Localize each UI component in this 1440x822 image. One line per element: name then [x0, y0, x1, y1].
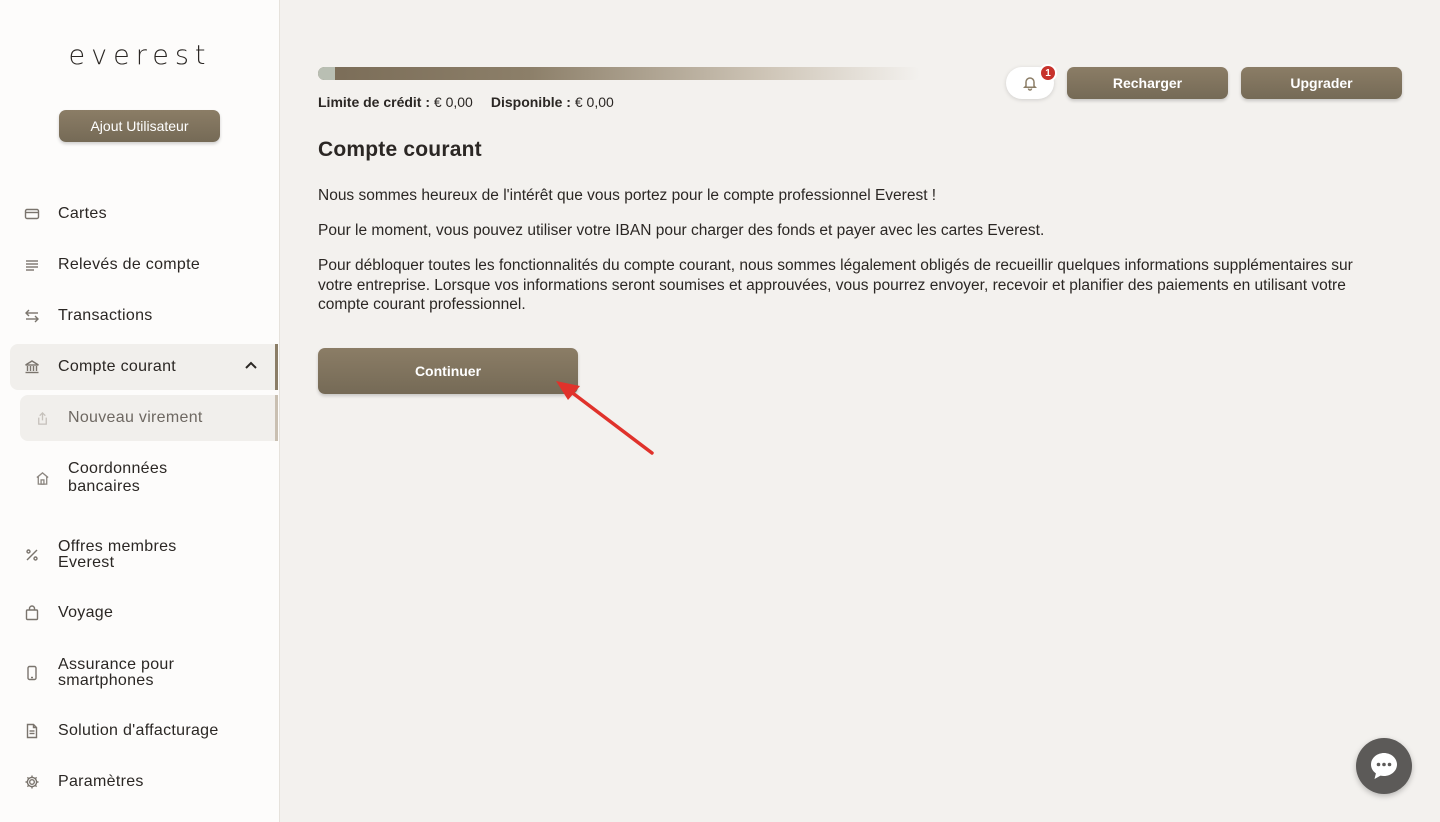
chat-button[interactable] — [1356, 738, 1412, 794]
sidebar-item-affacturage[interactable]: Solution d'affacturage — [10, 720, 278, 742]
upload-icon — [32, 408, 52, 428]
sidebar-item-transactions[interactable]: Transactions — [10, 305, 278, 327]
sidebar-item-assurance[interactable]: Assurance pour smartphones — [10, 656, 278, 690]
sidebar-subitem-nouveau-virement[interactable]: Nouveau virement — [20, 395, 278, 441]
sidebar-item-label: Assurance pour smartphones — [58, 656, 175, 689]
annotation-arrow — [556, 381, 654, 455]
progress-start — [318, 67, 335, 80]
sidebar-item-compte-courant[interactable]: Compte courant — [10, 344, 278, 390]
credit-limit: Limite de crédit : € 0,00 — [318, 94, 473, 110]
sidebar-item-offres[interactable]: Offres membres Everest — [10, 538, 278, 572]
sidebar-subitem-label: Coordonnées bancaires — [68, 460, 168, 495]
lines-icon — [22, 255, 42, 275]
add-user-button[interactable]: Ajout Utilisateur — [59, 110, 220, 142]
sidebar-subitem-label: Nouveau virement — [68, 409, 203, 426]
sidebar-item-parametres[interactable]: Paramètres — [10, 771, 278, 793]
sidebar-item-label: Transactions — [58, 307, 153, 324]
sidebar-subitem-coordonnees[interactable]: Coordonnées bancaires — [20, 460, 278, 495]
available-balance: Disponible : € 0,00 — [490, 94, 614, 110]
home-icon — [32, 468, 52, 488]
sidebar-item-releves[interactable]: Relevés de compte — [10, 254, 278, 276]
credit-progress-bar — [318, 67, 920, 80]
iban-paragraph: Pour le moment, vous pouvez utiliser vot… — [318, 222, 1045, 239]
sidebar-item-label: Relevés de compte — [58, 256, 201, 273]
sidebar: everest Ajout Utilisateur Cartes Relevés… — [0, 0, 280, 822]
credit-info: Limite de crédit : € 0,00 Disponible : €… — [318, 94, 614, 110]
gear-icon — [22, 772, 42, 792]
card-icon — [22, 204, 42, 224]
upgrader-button[interactable]: Upgrader — [1241, 67, 1402, 99]
recharger-button[interactable]: Recharger — [1067, 67, 1228, 99]
sidebar-item-label: Offres membres Everest — [58, 538, 177, 571]
sidebar-item-label: Voyage — [58, 604, 114, 621]
chat-bubble-icon — [1371, 753, 1397, 779]
sidebar-item-label: Cartes — [58, 205, 107, 222]
logo: everest — [68, 40, 212, 71]
document-icon — [22, 721, 42, 741]
bag-icon — [22, 603, 42, 623]
percent-icon — [22, 545, 42, 565]
continue-button[interactable]: Continuer — [318, 348, 578, 394]
sidebar-item-label: Paramètres — [58, 773, 144, 790]
sidebar-item-voyage[interactable]: Voyage — [10, 602, 278, 624]
unlock-paragraph: Pour débloquer toutes les fonctionnalité… — [318, 257, 1353, 313]
page-title: Compte courant — [318, 138, 482, 161]
notification-badge: 1 — [1039, 64, 1057, 82]
sidebar-item-cartes[interactable]: Cartes — [10, 203, 278, 225]
sidebar-item-label: Compte courant — [58, 358, 177, 375]
bank-icon — [22, 357, 42, 377]
chevron-up-icon[interactable] — [243, 358, 259, 374]
intro-paragraph: Nous sommes heureux de l'intérêt que vou… — [318, 187, 937, 204]
smartphone-icon — [22, 663, 42, 683]
transfer-arrows-icon — [22, 306, 42, 326]
sidebar-item-label: Solution d'affacturage — [58, 722, 219, 739]
bell-icon — [1022, 77, 1038, 91]
